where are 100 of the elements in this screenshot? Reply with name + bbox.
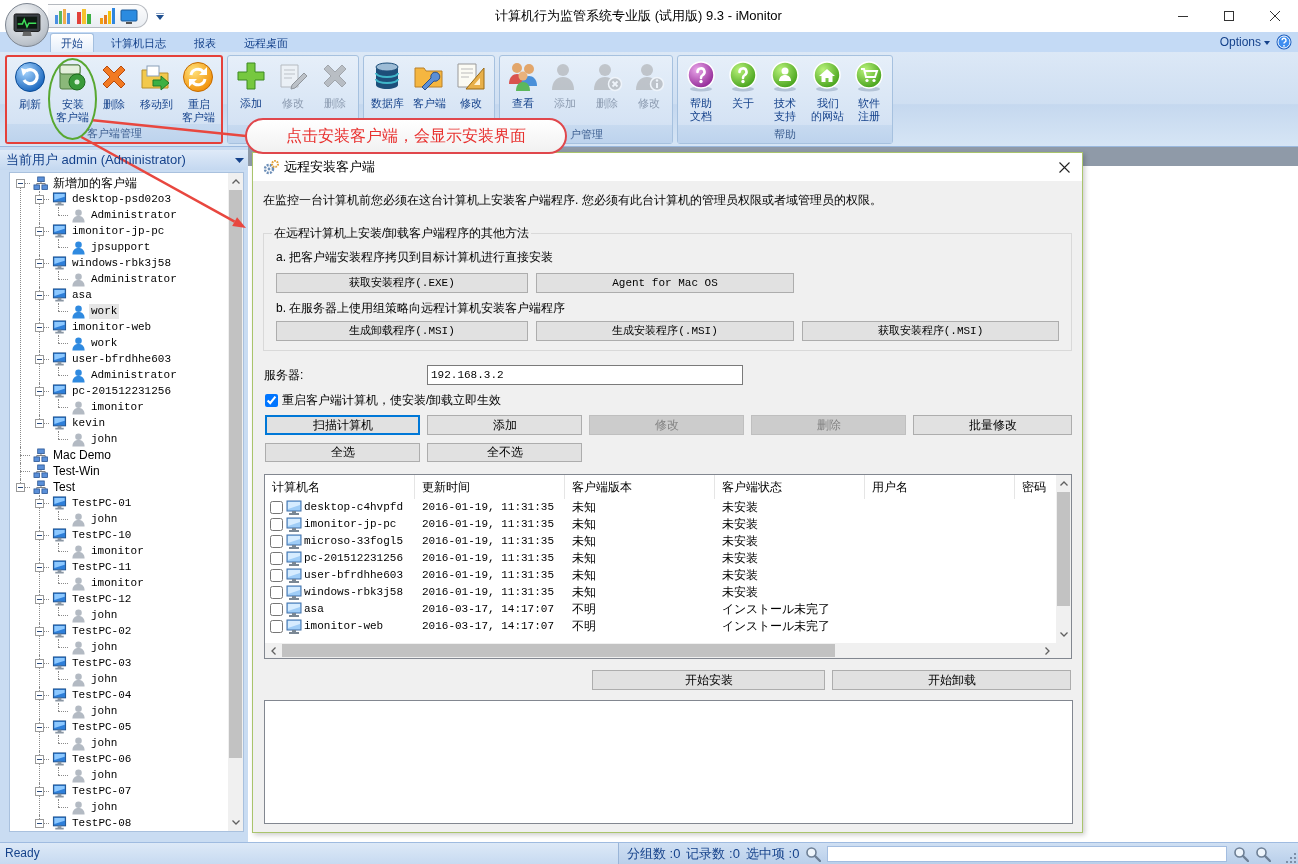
row-checkbox[interactable] — [270, 620, 283, 633]
tree-item[interactable]: TestPC-05 — [70, 719, 134, 735]
tree-item[interactable]: TestPC-06 — [70, 751, 134, 767]
tree-item[interactable]: john — [89, 511, 120, 527]
tree-item[interactable]: TestPC-08 — [70, 815, 134, 831]
minus-box-icon[interactable] — [35, 290, 44, 300]
tree-item[interactable]: john — [89, 607, 120, 623]
action-button[interactable]: 获取安装程序(.EXE) — [276, 273, 528, 293]
tree-item[interactable]: Test — [51, 479, 77, 495]
row-checkbox[interactable] — [270, 501, 283, 514]
tree-item[interactable]: imonitor — [89, 575, 146, 591]
minus-box-icon[interactable] — [35, 690, 44, 700]
ribbon-button[interactable]: 软件注册 — [848, 56, 890, 125]
ribbon-button[interactable]: 移动到 — [135, 57, 177, 124]
tree-item[interactable]: user-bfrdhhe603 — [70, 351, 174, 367]
action-button[interactable]: 开始卸载 — [832, 670, 1071, 690]
minus-box-icon[interactable] — [35, 530, 44, 540]
tree-item[interactable]: TestPC-03 — [70, 655, 134, 671]
tree-item[interactable]: TestPC-04 — [70, 687, 134, 703]
resize-grip-icon[interactable] — [1286, 852, 1296, 863]
row-checkbox[interactable] — [270, 569, 283, 582]
action-button[interactable]: 添加 — [427, 415, 582, 435]
minus-box-icon[interactable] — [35, 418, 44, 428]
ribbon-button[interactable]: 我们的网站 — [806, 56, 848, 125]
action-button[interactable]: 生成安装程序(.MSI) — [536, 321, 794, 341]
column-header[interactable]: 客户端版本 — [565, 475, 715, 499]
chevron-left-icon[interactable] — [271, 646, 276, 655]
tree-item[interactable]: pc-201512231256 — [70, 383, 174, 399]
column-header[interactable]: 计算机名 — [265, 475, 415, 499]
tree-item[interactable]: Administrator — [89, 367, 179, 383]
minus-box-icon[interactable] — [35, 258, 44, 268]
ribbon-tab[interactable]: 远程桌面 — [233, 33, 299, 52]
app-menu-button[interactable] — [5, 3, 49, 47]
server-field[interactable]: 192.168.3.2 — [427, 365, 743, 385]
options-menu[interactable]: Options — [1215, 33, 1274, 52]
tree-item[interactable]: kevin — [70, 415, 107, 431]
tree-item[interactable]: 新增加的客户端 — [51, 175, 139, 191]
tree-item[interactable]: work — [89, 335, 120, 351]
minus-box-icon[interactable] — [35, 754, 44, 764]
ribbon-button[interactable]: 安装客户端 — [51, 57, 93, 124]
help-icon[interactable] — [1276, 34, 1292, 50]
action-button[interactable]: 生成卸载程序(.MSI) — [276, 321, 528, 341]
tree-item[interactable]: TestPC-10 — [70, 527, 134, 543]
tree-item[interactable]: Administrator — [89, 207, 179, 223]
screen-icon[interactable] — [120, 7, 138, 25]
action-button[interactable]: 开始安装 — [592, 670, 825, 690]
scrollbar-thumb[interactable] — [229, 190, 242, 758]
tree-item[interactable]: asa — [70, 287, 94, 303]
tree-item[interactable]: imonitor — [89, 399, 146, 415]
tree-item[interactable]: Test-Win — [51, 463, 102, 479]
action-button[interactable]: 扫描计算机 — [265, 415, 420, 435]
minus-box-icon[interactable] — [35, 818, 44, 828]
checkbox[interactable] — [265, 393, 278, 407]
column-header[interactable]: 用户名 — [865, 475, 1015, 499]
bar-chart-icon[interactable] — [54, 7, 72, 25]
minus-box-icon[interactable] — [35, 658, 44, 668]
magnifier-icon[interactable] — [1255, 845, 1272, 862]
tree-item[interactable]: TestPC-12 — [70, 591, 134, 607]
minus-box-icon[interactable] — [35, 226, 44, 236]
bar-chart-icon[interactable] — [98, 7, 116, 25]
minus-box-icon[interactable] — [35, 722, 44, 732]
chevron-down-icon[interactable] — [1059, 632, 1068, 637]
action-button[interactable]: 全选 — [265, 443, 420, 462]
row-checkbox[interactable] — [270, 603, 283, 616]
chevron-up-icon[interactable] — [231, 179, 240, 184]
chevron-down-icon[interactable] — [231, 820, 240, 825]
column-header[interactable]: 更新时间 — [415, 475, 565, 499]
row-checkbox[interactable] — [270, 552, 283, 565]
search-field[interactable] — [827, 845, 1228, 862]
minus-box-icon[interactable] — [16, 178, 25, 188]
scrollbar-thumb[interactable] — [1057, 492, 1070, 606]
tree-item[interactable]: Mac Demo — [51, 447, 113, 463]
caret-icon[interactable] — [235, 157, 244, 163]
chevron-up-icon[interactable] — [1059, 481, 1068, 486]
chevron-right-icon[interactable] — [1045, 646, 1050, 655]
minus-box-icon[interactable] — [35, 786, 44, 796]
scrollbar-thumb[interactable] — [282, 644, 835, 657]
column-header[interactable]: 客户端状态 — [715, 475, 865, 499]
action-button[interactable]: 获取安装程序(.MSI) — [802, 321, 1059, 341]
action-button[interactable]: Agent for Mac OS — [536, 273, 794, 293]
row-checkbox[interactable] — [270, 586, 283, 599]
minus-box-icon[interactable] — [16, 482, 25, 492]
row-checkbox[interactable] — [270, 535, 283, 548]
tree-item[interactable]: john — [89, 799, 120, 815]
tree-item[interactable]: john — [89, 735, 120, 751]
row-checkbox[interactable] — [270, 518, 283, 531]
minus-box-icon[interactable] — [35, 354, 44, 364]
tree-item[interactable]: work — [89, 303, 120, 319]
magnifier-icon[interactable] — [1233, 845, 1250, 862]
ribbon-button[interactable]: 技术支持 — [764, 56, 806, 125]
minus-box-icon[interactable] — [35, 322, 44, 332]
tree-item[interactable]: john — [89, 767, 120, 783]
tree-item[interactable]: desktop-psd02o3 — [70, 191, 174, 207]
tree-item[interactable]: windows-rbk3j58 — [70, 255, 174, 271]
tree-item[interactable]: imonitor — [89, 543, 146, 559]
tree-item[interactable]: TestPC-11 — [70, 559, 134, 575]
bar-chart-icon[interactable] — [76, 7, 94, 25]
ribbon-tab[interactable]: 计算机日志 — [100, 33, 177, 52]
minus-box-icon[interactable] — [35, 626, 44, 636]
tree-item[interactable]: jpsupport — [89, 239, 153, 255]
